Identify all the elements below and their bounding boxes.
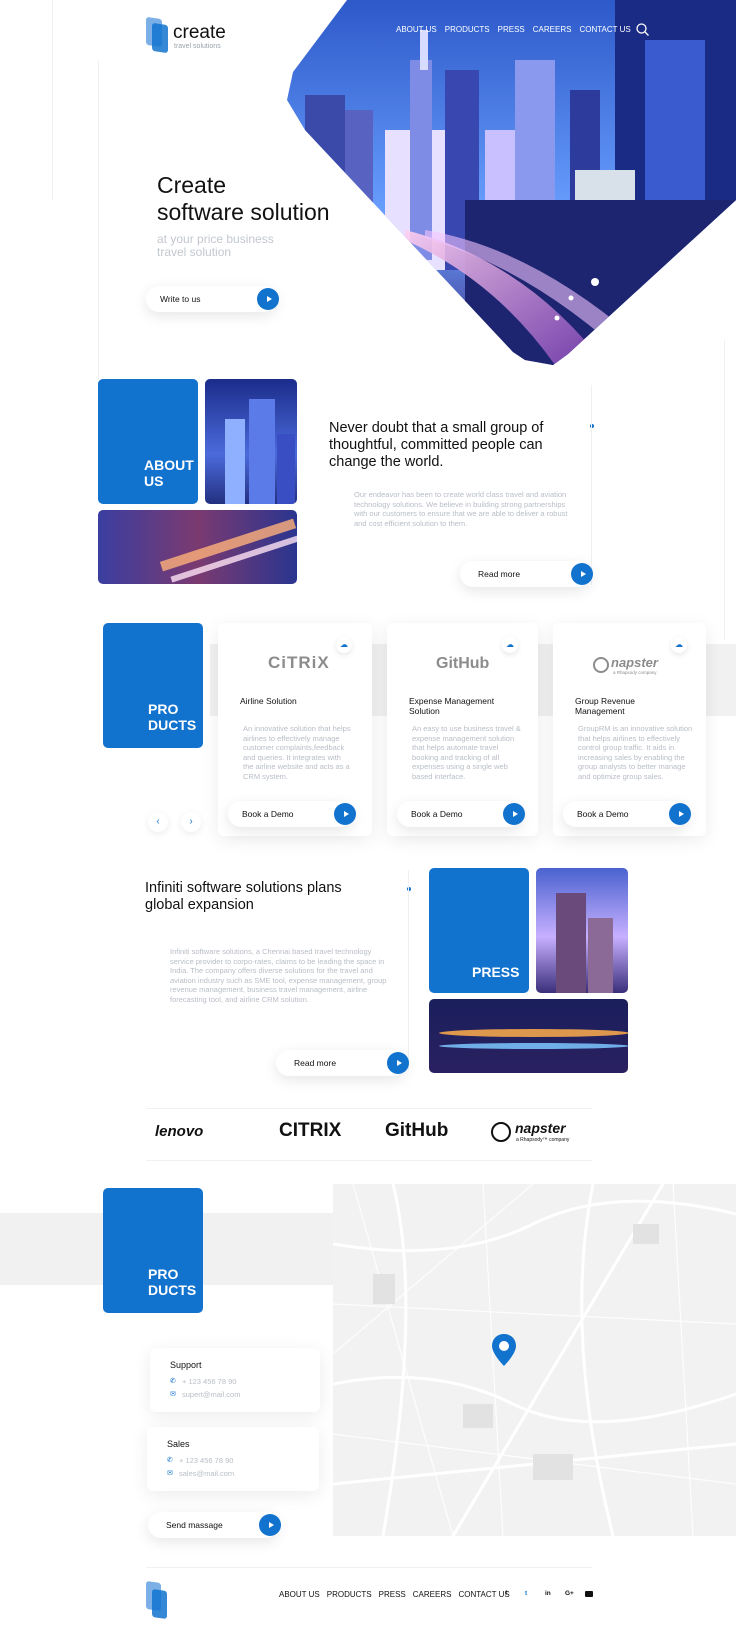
divider	[146, 1567, 592, 1568]
footer-nav-about-us[interactable]: ABOUT US	[279, 1590, 320, 1599]
product-card-airline: ☁ CiTRiX Airline Solution An innovative …	[218, 623, 372, 836]
citrix-logo: CiTRiX	[268, 653, 330, 672]
book-demo-arrow-icon[interactable]	[669, 803, 691, 825]
product-desc: GroupRM is an innovative solution that h…	[578, 724, 693, 781]
support-card: Support ✆ + 123 456 78 90 ✉ supert@mail.…	[150, 1348, 320, 1412]
nav-contact-us[interactable]: CONTACT US	[579, 25, 630, 34]
sales-card: Sales ✆ + 123 456 78 90 ✉ sales@mail.com	[147, 1427, 319, 1491]
hero-subtitle: at your price business travel solution	[157, 232, 274, 259]
napster-partner-logo: napster a Rhapsody™ company	[491, 1120, 581, 1146]
footer-nav-products[interactable]: PRODUCTS	[327, 1590, 372, 1599]
brand-name: create	[173, 22, 226, 43]
mail-icon: ✉	[170, 1391, 176, 1398]
next-arrow-button[interactable]: ›	[181, 812, 201, 832]
support-title: Support	[170, 1360, 202, 1370]
twitter-icon[interactable]: t	[525, 1590, 545, 1597]
city-skyline-graphic	[287, 0, 736, 365]
send-message-arrow-icon[interactable]	[259, 1514, 281, 1536]
linkedin-icon[interactable]: in	[545, 1590, 565, 1597]
prev-arrow-button[interactable]: ‹	[148, 812, 168, 832]
products-label: PRO DUCTS	[148, 701, 197, 733]
product-title: Airline Solution	[240, 696, 297, 706]
divider	[146, 1160, 592, 1161]
cloud-download-icon[interactable]: ☁	[671, 637, 687, 653]
github-partner-logo: GitHub	[385, 1120, 449, 1141]
main-nav: ABOUT US PRODUCTS PRESS CAREERS CONTACT …	[388, 25, 631, 34]
nav-about-us[interactable]: ABOUT US	[396, 25, 437, 34]
map-graphic	[333, 1184, 736, 1536]
about-headline: Never doubt that a small group of though…	[329, 420, 544, 470]
divider	[591, 385, 592, 585]
divider	[146, 1108, 592, 1109]
divider	[408, 870, 409, 1070]
product-card-group-revenue: ☁ napster a Rhapsody company Group Reven…	[553, 623, 706, 836]
book-demo-arrow-icon[interactable]	[503, 803, 525, 825]
sales-email[interactable]: sales@mail.com	[179, 1469, 234, 1479]
map[interactable]	[333, 1184, 736, 1536]
press-block: PRESS	[429, 868, 529, 993]
logo[interactable]: create travel solutions	[146, 16, 236, 58]
sales-title: Sales	[167, 1439, 190, 1449]
about-us-block: ABOUT US	[98, 379, 198, 504]
google-plus-icon[interactable]: G+	[565, 1590, 585, 1597]
product-desc: An innovative solution that helps airlin…	[243, 724, 351, 781]
nav-press[interactable]: PRESS	[498, 25, 525, 34]
footer-nav-careers[interactable]: CAREERS	[413, 1590, 452, 1599]
about-read-more-arrow-icon[interactable]	[571, 563, 593, 585]
phone-icon: ✆	[170, 1378, 176, 1385]
mail-icon: ✉	[167, 1470, 173, 1477]
contact-products-label: PRO DUCTS	[148, 1266, 197, 1298]
footer-logo[interactable]	[146, 1580, 170, 1622]
press-image-2	[429, 999, 628, 1073]
facebook-icon[interactable]: f	[505, 1590, 525, 1597]
support-email[interactable]: supert@mail.com	[182, 1390, 240, 1400]
search-icon[interactable]	[636, 23, 649, 36]
sales-phone: + 123 456 78 90	[179, 1456, 234, 1465]
about-us-label: ABOUT US	[144, 457, 194, 489]
brand-tagline: travel solutions	[174, 43, 221, 50]
map-pin-icon[interactable]	[492, 1334, 516, 1366]
logo-mark	[152, 1588, 167, 1620]
napster-icon	[593, 657, 609, 673]
press-body: Infiniti software solutions, a Chennai b…	[170, 947, 387, 1004]
about-body: Our endeavor has been to create world cl…	[354, 490, 568, 528]
phone-icon: ✆	[167, 1457, 173, 1464]
press-headline: Infiniti software solutions plans global…	[145, 880, 342, 913]
product-desc: An easy to use business travel & expense…	[412, 724, 521, 781]
hero-image	[287, 0, 736, 365]
product-card-expense: ☁ GitHub Expense Management Solution An …	[387, 623, 538, 836]
cloud-download-icon[interactable]: ☁	[336, 637, 352, 653]
press-label: PRESS	[472, 964, 520, 980]
divider	[98, 60, 99, 380]
support-phone: + 123 456 78 90	[182, 1377, 237, 1386]
youtube-icon[interactable]	[585, 1591, 593, 1597]
footer-nav-contact-us[interactable]: CONTACT US	[458, 1590, 509, 1599]
divider	[724, 340, 725, 640]
lenovo-logo: lenovo	[155, 1123, 204, 1140]
press-image-1	[536, 868, 628, 993]
hero-title: Create software solution	[157, 172, 330, 225]
social-links: f t in G+	[505, 1590, 593, 1597]
about-image-2	[98, 510, 297, 584]
cloud-download-icon[interactable]: ☁	[502, 637, 518, 653]
logo-mark	[152, 22, 168, 54]
about-image-1	[205, 379, 297, 504]
products-block: PRO DUCTS	[103, 623, 203, 748]
github-logo: GitHub	[436, 655, 490, 672]
contact-products-block: PRO DUCTS	[103, 1188, 203, 1313]
nav-careers[interactable]: CAREERS	[533, 25, 572, 34]
product-title: Expense Management Solution	[409, 696, 495, 716]
press-read-more-arrow-icon[interactable]	[387, 1052, 409, 1074]
citrix-partner-logo: CITRIX	[279, 1120, 342, 1141]
footer-nav: ABOUT US PRODUCTS PRESS CAREERS CONTACT …	[279, 1590, 517, 1599]
book-demo-arrow-icon[interactable]	[334, 803, 356, 825]
product-title: Group Revenue Management	[575, 696, 636, 716]
write-to-us-arrow-icon[interactable]	[257, 288, 279, 310]
footer-nav-press[interactable]: PRESS	[379, 1590, 406, 1599]
nav-products[interactable]: PRODUCTS	[445, 25, 490, 34]
napster-icon	[491, 1122, 511, 1142]
napster-logo: napster a Rhapsody company	[593, 655, 673, 677]
divider	[52, 0, 53, 200]
